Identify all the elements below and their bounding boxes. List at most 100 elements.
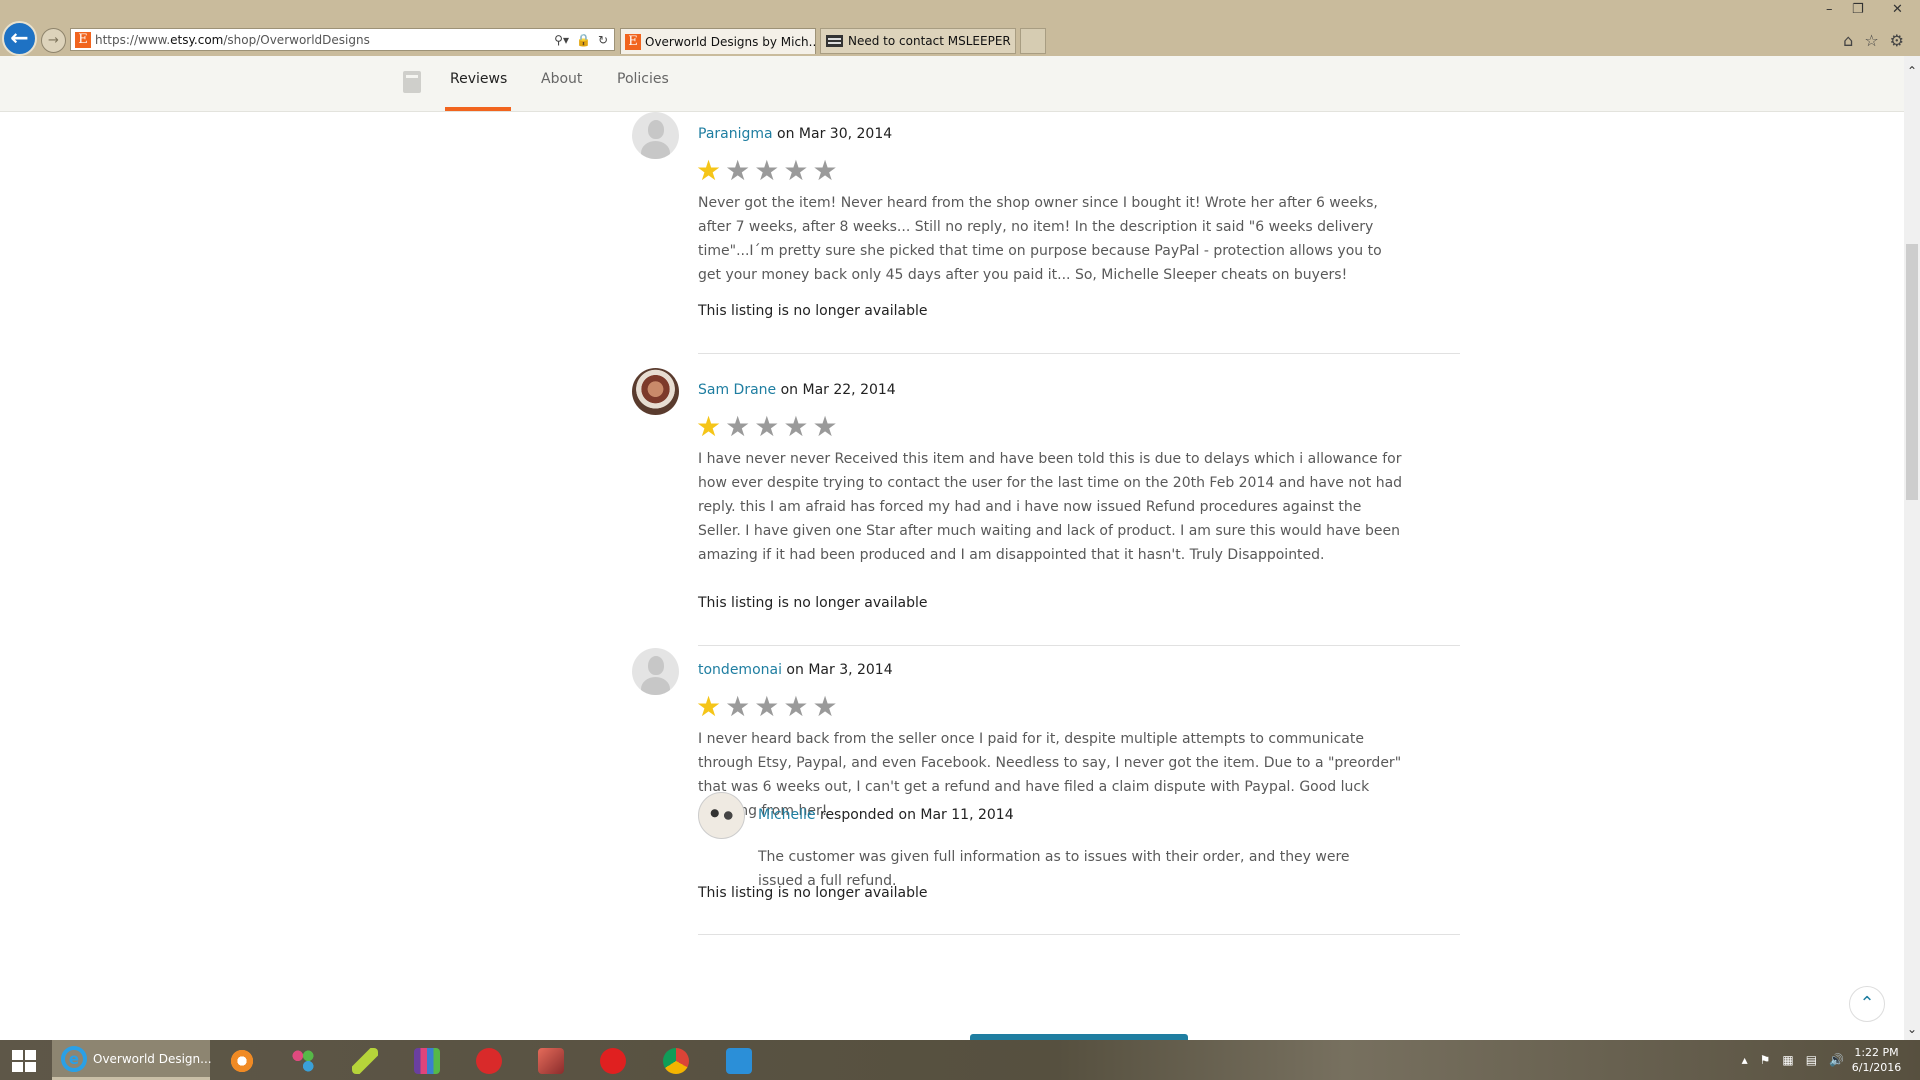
tab-label: Need to contact MSLEEPER - K... bbox=[848, 34, 1015, 48]
taskbar-window-label: Overworld Design... bbox=[93, 1051, 212, 1066]
review-item: Paranigma on Mar 30, 2014 ★ ★ ★ ★ ★ Never go… bbox=[632, 112, 1460, 355]
review-date: on Mar 3, 2014 bbox=[781, 662, 893, 678]
chrome-icon[interactable] bbox=[663, 1048, 689, 1074]
network-app-icon[interactable] bbox=[290, 1048, 316, 1074]
clock[interactable]: 1:22 PM 6/1/2016 bbox=[1849, 1045, 1904, 1075]
reviewer-avatar[interactable] bbox=[632, 112, 679, 159]
reviewer-link[interactable]: Sam Drane bbox=[698, 382, 776, 398]
chevron-up-icon: ⌃ bbox=[1859, 993, 1875, 1014]
seller-link[interactable]: Michelle bbox=[758, 807, 816, 823]
taskbar-ie-window[interactable]: e Overworld Design... bbox=[52, 1040, 212, 1080]
seller-avatar[interactable] bbox=[698, 792, 745, 839]
clock-time: 1:22 PM bbox=[1854, 1046, 1899, 1059]
vertical-scrollbar[interactable]: ⌃ ⌄ bbox=[1904, 56, 1920, 1040]
site-favicon-icon bbox=[826, 35, 843, 47]
tab-need-to-contact[interactable]: Need to contact MSLEEPER - K... bbox=[820, 28, 1016, 54]
review-text: Never got the item! Never heard from the… bbox=[698, 195, 1382, 283]
etsy-favicon-icon: E bbox=[625, 33, 641, 50]
new-tab-button[interactable] bbox=[1020, 28, 1046, 54]
reviews-content: Paranigma on Mar 30, 2014 ★ ★ ★ ★ ★ Never go… bbox=[0, 112, 1904, 1040]
reviewer-link[interactable]: tondemonai bbox=[698, 662, 782, 678]
tab-policies[interactable]: Policies bbox=[617, 71, 669, 87]
red-p-app-icon[interactable] bbox=[476, 1048, 502, 1074]
star-empty-icon: ★ bbox=[812, 410, 838, 443]
listing-status: This listing is no longer available bbox=[698, 885, 928, 901]
star-empty-icon: ★ bbox=[812, 690, 838, 723]
tray-expand-icon[interactable]: ▴ bbox=[1742, 1053, 1748, 1067]
home-icon[interactable]: ⌂ bbox=[1843, 31, 1853, 50]
divider bbox=[698, 353, 1460, 354]
gem-app-icon[interactable] bbox=[538, 1048, 564, 1074]
lock-icon[interactable]: 🔒 bbox=[576, 33, 591, 47]
butterfly-app-icon[interactable] bbox=[726, 1048, 752, 1074]
divider bbox=[698, 645, 1460, 646]
star-empty-icon: ★ bbox=[725, 690, 751, 723]
action-center-flag-icon[interactable]: ⚑ bbox=[1760, 1053, 1771, 1067]
review-item: Sam Drane on Mar 22, 2014 ★ ★ ★ ★ ★ I have n… bbox=[632, 368, 1460, 648]
shop-nav-bar: Reviews About Policies bbox=[0, 56, 1904, 112]
favorites-star-icon[interactable]: ☆ bbox=[1864, 31, 1878, 50]
restore-icon[interactable]: ❐ bbox=[1852, 2, 1864, 17]
scroll-to-top-button[interactable]: ⌃ bbox=[1849, 986, 1885, 1022]
review-item: tondemonai on Mar 3, 2014 ★ ★ ★ ★ ★ I never … bbox=[632, 648, 1460, 1040]
tab-overworld-designs[interactable]: E Overworld Designs by Mich... ✕ bbox=[620, 28, 816, 54]
scrollbar-thumb[interactable] bbox=[1906, 244, 1918, 500]
review-byline: Sam Drane on Mar 22, 2014 bbox=[698, 382, 896, 398]
tab-about[interactable]: About bbox=[541, 71, 582, 87]
star-empty-icon: ★ bbox=[725, 410, 751, 443]
clock-date: 6/1/2016 bbox=[1851, 1061, 1902, 1074]
forward-button[interactable]: → bbox=[41, 28, 66, 53]
m-app-icon[interactable] bbox=[600, 1048, 626, 1074]
url-text[interactable]: https://www.etsy.com/shop/OverworldDesig… bbox=[95, 33, 370, 47]
windows-icon[interactable]: ▦ bbox=[1782, 1053, 1793, 1067]
seller-response: Michelle responded on Mar 11, 2014 The c… bbox=[698, 792, 1398, 892]
star-empty-icon: ★ bbox=[754, 690, 780, 723]
back-button[interactable]: ← bbox=[2, 21, 37, 56]
back-icon: ← bbox=[10, 26, 29, 51]
refresh-icon[interactable]: ↻ bbox=[598, 33, 608, 47]
scroll-up-arrow-icon[interactable]: ⌃ bbox=[1904, 64, 1920, 78]
review-date: on Mar 30, 2014 bbox=[772, 126, 893, 142]
system-tray: ▴ ⚑ ▦ ▤ 🔊 bbox=[1742, 1053, 1844, 1067]
response-byline: Michelle responded on Mar 11, 2014 bbox=[758, 807, 1014, 823]
star-rating: ★ ★ ★ ★ ★ bbox=[696, 413, 838, 441]
listing-status: This listing is no longer available bbox=[698, 303, 928, 319]
active-tab-indicator bbox=[445, 107, 511, 111]
network-icon[interactable]: ▤ bbox=[1806, 1053, 1817, 1067]
divider bbox=[698, 934, 1460, 935]
minimize-icon[interactable]: – bbox=[1826, 2, 1833, 17]
internet-explorer-icon: e bbox=[61, 1045, 87, 1072]
star-rating: ★ ★ ★ ★ ★ bbox=[696, 157, 838, 185]
star-rating: ★ ★ ★ ★ ★ bbox=[696, 693, 838, 721]
address-bar[interactable]: E https://www.etsy.com/shop/OverworldDes… bbox=[70, 28, 615, 51]
reviewer-avatar[interactable] bbox=[632, 368, 679, 415]
review-byline: tondemonai on Mar 3, 2014 bbox=[698, 662, 893, 678]
review-date: on Mar 22, 2014 bbox=[776, 382, 896, 398]
star-empty-icon: ★ bbox=[754, 410, 780, 443]
settings-gear-icon[interactable]: ⚙ bbox=[1890, 31, 1904, 50]
bars-app-icon[interactable] bbox=[414, 1048, 440, 1074]
blender-icon[interactable] bbox=[229, 1048, 255, 1074]
review-byline: Paranigma on Mar 30, 2014 bbox=[698, 126, 892, 142]
search-icon[interactable]: ⚲▾ bbox=[554, 33, 569, 47]
star-empty-icon: ★ bbox=[783, 154, 809, 187]
reviewer-link[interactable]: Paranigma bbox=[698, 126, 773, 142]
tab-reviews[interactable]: Reviews bbox=[450, 71, 507, 87]
listing-status: This listing is no longer available bbox=[698, 595, 928, 611]
volume-icon[interactable]: 🔊 bbox=[1829, 1053, 1844, 1067]
etsy-favicon-icon: E bbox=[75, 31, 91, 48]
pencil-app-icon[interactable] bbox=[352, 1048, 378, 1074]
close-window-icon[interactable]: ✕ bbox=[1892, 2, 1903, 17]
reviewer-avatar[interactable] bbox=[632, 648, 679, 695]
star-filled-icon: ★ bbox=[696, 154, 722, 187]
review-text: I have never never Received this item an… bbox=[698, 451, 1403, 563]
shop-icon[interactable] bbox=[403, 71, 421, 93]
scroll-down-arrow-icon[interactable]: ⌄ bbox=[1904, 1022, 1920, 1036]
tab-label: Overworld Designs by Mich... bbox=[645, 34, 816, 49]
forward-icon: → bbox=[48, 33, 59, 48]
star-empty-icon: ★ bbox=[783, 690, 809, 723]
taskbar: e Overworld Design... ▴ ⚑ ▦ ▤ 🔊 1:22 PM … bbox=[0, 1040, 1920, 1080]
start-windows-icon[interactable] bbox=[12, 1050, 36, 1072]
star-filled-icon: ★ bbox=[696, 410, 722, 443]
browser-chrome: ← → E https://www.etsy.com/shop/Overworl… bbox=[0, 0, 1920, 56]
